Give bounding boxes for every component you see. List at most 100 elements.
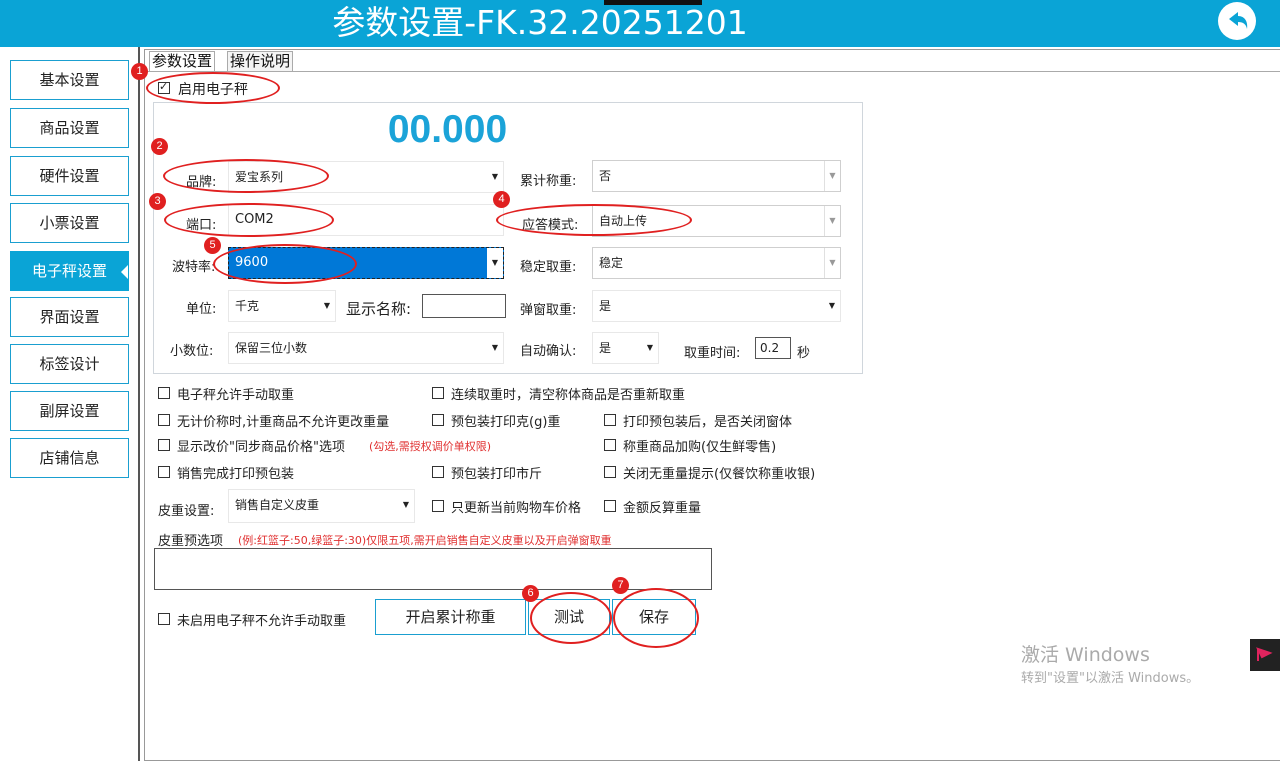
auto-confirm-select[interactable]: 是 ▼ (592, 332, 659, 364)
sidebar-item-receipt[interactable]: 小票设置 (10, 203, 129, 243)
baud-label: 波特率: (172, 260, 216, 275)
annotation-ring-4 (496, 204, 692, 236)
stable-label: 稳定取重: (520, 260, 577, 275)
auto-confirm-value: 是 (599, 341, 612, 355)
popup-value: 是 (599, 299, 612, 313)
popup-select[interactable]: 是 ▼ (592, 290, 841, 322)
tab-params[interactable]: 参数设置 (149, 51, 216, 71)
show-sync-checkbox[interactable] (158, 439, 170, 451)
show-sync-label: 显示改价"同步商品价格"选项 (177, 440, 345, 455)
no-pricing-checkbox[interactable] (158, 414, 170, 426)
annotation-badge-1: 1 (131, 63, 148, 80)
take-time-input[interactable]: 0.2 (755, 337, 791, 359)
cumulative-value: 否 (599, 169, 612, 183)
prepack-jin-checkbox[interactable] (432, 466, 444, 478)
back-arrow-icon (1229, 12, 1248, 29)
reverse-calc-checkbox[interactable] (604, 500, 616, 512)
annotation-ring-7 (613, 588, 699, 648)
sidebar-item-interface[interactable]: 界面设置 (10, 297, 129, 337)
title-bar: 参数设置-FK.32.20251201 (0, 0, 1280, 47)
cumulative-label: 累计称重: (520, 174, 577, 189)
no-manual-when-disabled-checkbox[interactable] (158, 613, 170, 625)
annotation-ring-6 (530, 592, 612, 644)
prepack-jin-label: 预包装打印市斤 (451, 467, 543, 482)
tare-preset-label: 皮重预选项 (158, 534, 224, 549)
chevron-down-icon: ▼ (824, 248, 840, 278)
weight-display: 00.000 (387, 108, 508, 151)
cumulative-select[interactable]: 否 ▼ (592, 160, 841, 192)
sidebar-item-label-design[interactable]: 标签设计 (10, 344, 129, 384)
tab-help[interactable]: 操作说明 (227, 51, 294, 71)
corner-widget[interactable] (1250, 639, 1280, 671)
chevron-down-icon: ▼ (402, 500, 410, 509)
chevron-down-icon: ▼ (491, 172, 499, 181)
sidebar-item-hardware[interactable]: 硬件设置 (10, 156, 129, 196)
decimals-select[interactable]: 保留三位小数 ▼ (228, 332, 504, 364)
start-cumulative-button[interactable]: 开启累计称重 (375, 599, 526, 635)
popup-label: 弹窗取重: (520, 303, 577, 318)
flag-icon (1256, 647, 1273, 661)
decimals-value: 保留三位小数 (235, 341, 308, 355)
tare-select[interactable]: 销售自定义皮重 ▼ (228, 489, 415, 523)
sidebar-item-store-info[interactable]: 店铺信息 (10, 438, 129, 478)
stable-value: 稳定 (599, 256, 624, 270)
annotation-badge-7: 7 (612, 577, 629, 594)
annotation-ring-1 (146, 72, 280, 104)
tab-divider (146, 71, 1280, 72)
sidebar-item-basic[interactable]: 基本设置 (10, 60, 129, 100)
continuous-clear-checkbox[interactable] (432, 387, 444, 399)
allow-manual-label: 电子秤允许手动取重 (177, 388, 295, 403)
annotation-ring-2 (163, 159, 329, 193)
close-after-prepack-checkbox[interactable] (604, 414, 616, 426)
chevron-down-icon: ▼ (646, 343, 654, 352)
activation-watermark-hint: 转到"设置"以激活 Windows。 (1021, 671, 1200, 686)
print-after-sale-checkbox[interactable] (158, 466, 170, 478)
take-time-unit: 秒 (797, 346, 811, 361)
only-update-cart-checkbox[interactable] (432, 500, 444, 512)
reverse-calc-label: 金额反算重量 (623, 501, 702, 516)
no-pricing-label: 无计价称时,计重商品不允许更改重量 (177, 415, 390, 430)
take-time-label: 取重时间: (684, 346, 741, 361)
decimals-label: 小数位: (170, 344, 214, 359)
close-no-weight-label: 关闭无重量提示(仅餐饮称重收银) (623, 467, 816, 482)
annotation-badge-3: 3 (149, 193, 166, 210)
close-after-prepack-label: 打印预包装后，是否关闭窗体 (623, 415, 793, 430)
annotation-ring-3 (164, 203, 334, 237)
annotation-badge-4: 4 (493, 191, 510, 208)
display-name-label: 显示名称: (346, 300, 412, 318)
prepack-gram-checkbox[interactable] (432, 414, 444, 426)
chevron-down-icon: ▼ (828, 301, 836, 310)
continuous-clear-label: 连续取重时，清空称体商品是否重新取重 (451, 388, 686, 403)
back-button[interactable] (1218, 2, 1256, 40)
annotation-badge-6: 6 (522, 585, 539, 602)
chevron-down-icon: ▼ (824, 206, 840, 236)
chevron-down-icon: ▼ (323, 301, 331, 310)
display-name-input[interactable] (422, 294, 506, 318)
sidebar-item-second-screen[interactable]: 副屏设置 (10, 391, 129, 431)
stable-select[interactable]: 稳定 ▼ (592, 247, 841, 279)
sidebar-item-scale[interactable]: 电子秤设置 (10, 251, 129, 291)
weigh-add-checkbox[interactable] (604, 439, 616, 451)
chevron-down-icon: ▼ (491, 343, 499, 352)
unit-label: 单位: (186, 302, 217, 317)
annotation-ring-5 (213, 244, 357, 284)
chevron-down-icon: ▼ (824, 161, 840, 191)
print-after-sale-label: 销售完成打印预包装 (177, 467, 295, 482)
activation-watermark-title: 激活 Windows (1021, 644, 1150, 666)
show-sync-note: (勾选,需授权调价单权限) (369, 440, 492, 453)
only-update-cart-label: 只更新当前购物车价格 (451, 501, 582, 516)
sidebar-item-goods[interactable]: 商品设置 (10, 108, 129, 148)
window-title: 参数设置-FK.32.20251201 (332, 3, 748, 42)
unit-select[interactable]: 千克 ▼ (228, 290, 336, 322)
allow-manual-checkbox[interactable] (158, 387, 170, 399)
annotation-badge-5: 5 (204, 237, 221, 254)
unit-value: 千克 (235, 299, 260, 313)
weigh-add-label: 称重商品加购(仅生鲜零售) (623, 440, 777, 455)
tare-preset-note: (例:红篮子:50,绿篮子:30)仅限五项,需开启销售自定义皮重以及开启弹窗取重 (238, 534, 612, 547)
close-no-weight-checkbox[interactable] (604, 466, 616, 478)
auto-confirm-label: 自动确认: (520, 344, 577, 359)
no-manual-when-disabled-label: 未启用电子秤不允许手动取重 (177, 614, 347, 629)
tare-label: 皮重设置: (158, 504, 215, 519)
chevron-down-icon: ▼ (487, 248, 503, 278)
prepack-gram-label: 预包装打印克(g)重 (451, 415, 561, 430)
